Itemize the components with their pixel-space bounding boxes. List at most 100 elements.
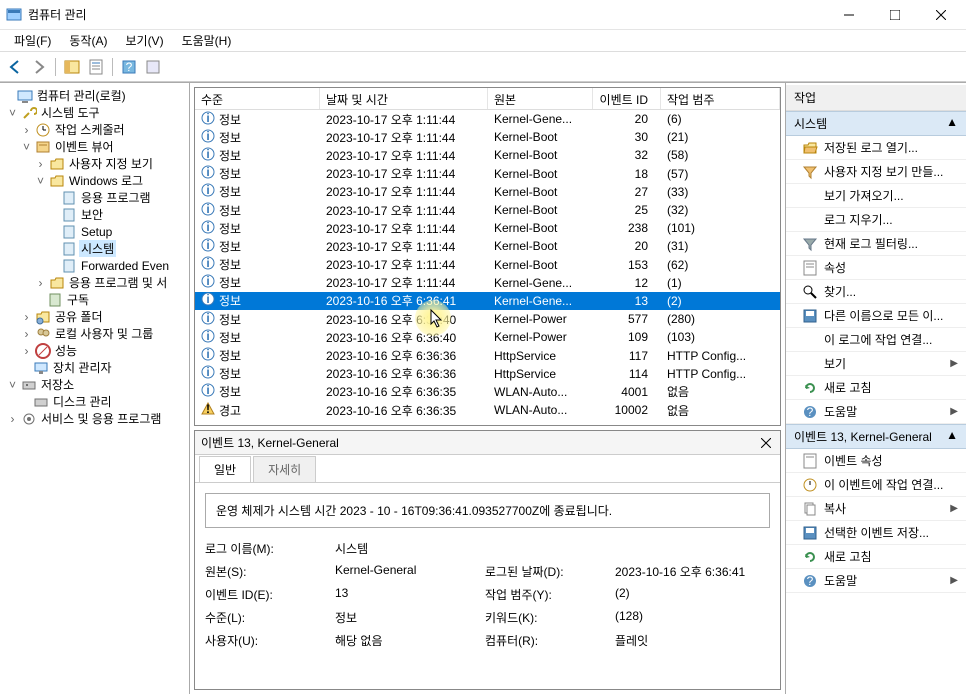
tree-shared-folders[interactable]: 공유 폴더	[53, 308, 105, 325]
action-event-help[interactable]: ?도움말▶	[786, 569, 966, 593]
cell-eventid: 10002	[593, 403, 661, 417]
tree-task-scheduler[interactable]: 작업 스케줄러	[53, 121, 127, 138]
table-row[interactable]: i정보2023-10-17 오후 1:11:44Kernel-Gene...20…	[195, 110, 780, 128]
col-source[interactable]: 원본	[488, 88, 593, 109]
minimize-button[interactable]	[826, 0, 872, 29]
tree-root[interactable]: 컴퓨터 관리(로컬)	[35, 87, 128, 104]
expand-icon[interactable]: ›	[20, 123, 33, 137]
table-row[interactable]: i정보2023-10-17 오후 1:11:44Kernel-Boot20(31…	[195, 237, 780, 255]
tree-security-log[interactable]: 보안	[79, 206, 105, 223]
col-datetime[interactable]: 날짜 및 시간	[320, 88, 488, 109]
forward-button[interactable]	[28, 56, 50, 78]
col-category[interactable]: 작업 범주	[661, 88, 780, 109]
expand-icon[interactable]: ›	[34, 276, 47, 290]
table-row[interactable]: i정보2023-10-16 오후 6:36:41Kernel-Gene...13…	[195, 292, 780, 310]
tree-subscriptions[interactable]: 구독	[65, 291, 91, 308]
expand-icon[interactable]: ›	[6, 412, 19, 426]
col-level[interactable]: 수준	[195, 88, 320, 109]
col-eventid[interactable]: 이벤트 ID	[593, 88, 661, 109]
action-event-attach-task[interactable]: 이 이벤트에 작업 연결...	[786, 473, 966, 497]
grid-body[interactable]: i정보2023-10-17 오후 1:11:44Kernel-Gene...20…	[195, 110, 780, 419]
tree-custom-views[interactable]: 사용자 지정 보기	[67, 155, 155, 172]
show-hide-tree-button[interactable]	[61, 56, 83, 78]
table-row[interactable]: i정보2023-10-16 오후 6:36:35WLAN-Auto...4001…	[195, 383, 780, 401]
table-row[interactable]: i정보2023-10-16 오후 6:36:40Kernel-Power109(…	[195, 328, 780, 346]
collapse-icon[interactable]: ▲	[946, 428, 958, 445]
tree-app-services-logs[interactable]: 응용 프로그램 및 서	[67, 274, 169, 291]
close-button[interactable]	[918, 0, 964, 29]
expand-icon[interactable]: ˅	[6, 106, 19, 120]
grid-header[interactable]: 수준 날짜 및 시간 원본 이벤트 ID 작업 범주	[195, 88, 780, 110]
action-import-view[interactable]: 보기 가져오기...	[786, 184, 966, 208]
tree-system-log[interactable]: 시스템	[79, 240, 116, 257]
action-help[interactable]: ?도움말▶	[786, 400, 966, 424]
table-row[interactable]: i정보2023-10-16 오후 6:36:40Kernel-Power577(…	[195, 310, 780, 328]
tree-event-viewer[interactable]: 이벤트 뷰어	[53, 138, 116, 155]
cell-source: Kernel-Gene...	[488, 112, 593, 126]
back-button[interactable]	[4, 56, 26, 78]
table-row[interactable]: i정보2023-10-16 오후 6:36:36HttpService114HT…	[195, 365, 780, 383]
action-find[interactable]: 찾기...	[786, 280, 966, 304]
table-row[interactable]: i정보2023-10-17 오후 1:11:44Kernel-Boot18(57…	[195, 165, 780, 183]
action-attach-task[interactable]: 이 로그에 작업 연결...	[786, 328, 966, 352]
info-icon: i	[201, 311, 215, 328]
refresh-button[interactable]	[142, 56, 164, 78]
navigation-tree[interactable]: 컴퓨터 관리(로컬) ˅ 시스템 도구 › 작업 스케줄러 ˅ 이벤트 뷰어 › 사용자…	[0, 83, 190, 694]
event-grid[interactable]: 수준 날짜 및 시간 원본 이벤트 ID 작업 범주 i정보2023-10-17…	[194, 87, 781, 426]
action-copy[interactable]: 복사▶	[786, 497, 966, 521]
table-row[interactable]: i정보2023-10-17 오후 1:11:44Kernel-Boot25(32…	[195, 201, 780, 219]
expand-icon[interactable]: ˅	[34, 174, 47, 188]
properties-button[interactable]	[85, 56, 107, 78]
tree-application-log[interactable]: 응용 프로그램	[79, 189, 153, 206]
detail-close-button[interactable]	[758, 435, 774, 451]
tree-local-users[interactable]: 로컬 사용자 및 그룹	[53, 325, 155, 342]
expand-icon[interactable]: ›	[20, 310, 33, 324]
action-view-submenu[interactable]: 보기▶	[786, 352, 966, 376]
action-save-all-as[interactable]: 다른 이름으로 모든 이...	[786, 304, 966, 328]
action-properties[interactable]: 속성	[786, 256, 966, 280]
action-save-selected[interactable]: 선택한 이벤트 저장...	[786, 521, 966, 545]
table-row[interactable]: i정보2023-10-17 오후 1:11:44Kernel-Boot153(6…	[195, 256, 780, 274]
tree-setup-log[interactable]: Setup	[79, 225, 114, 239]
tab-details[interactable]: 자세히	[253, 456, 316, 482]
tree-services[interactable]: 서비스 및 응용 프로그램	[39, 410, 163, 427]
menu-view[interactable]: 보기(V)	[117, 30, 171, 51]
tools-icon	[21, 105, 37, 121]
action-open-saved-log[interactable]: 저장된 로그 열기...	[786, 136, 966, 160]
action-event-properties[interactable]: 이벤트 속성	[786, 449, 966, 473]
expand-icon[interactable]: ˅	[6, 378, 19, 392]
menu-file[interactable]: 파일(F)	[6, 30, 59, 51]
table-row[interactable]: !경고2023-10-16 오후 6:36:35WLAN-Auto...1000…	[195, 401, 780, 419]
tab-general[interactable]: 일반	[199, 456, 251, 482]
table-row[interactable]: i정보2023-10-17 오후 1:11:44Kernel-Gene...12…	[195, 274, 780, 292]
tree-device-manager[interactable]: 장치 관리자	[51, 359, 114, 376]
table-row[interactable]: i정보2023-10-17 오후 1:11:44Kernel-Boot27(33…	[195, 183, 780, 201]
menu-help[interactable]: 도움말(H)	[174, 30, 240, 51]
expand-icon[interactable]: ›	[20, 344, 33, 358]
table-row[interactable]: i정보2023-10-17 오후 1:11:44Kernel-Boot238(1…	[195, 219, 780, 237]
table-row[interactable]: i정보2023-10-16 오후 6:36:36HttpService117HT…	[195, 346, 780, 364]
maximize-button[interactable]	[872, 0, 918, 29]
help-button[interactable]: ?	[118, 56, 140, 78]
action-clear-log[interactable]: 로그 지우기...	[786, 208, 966, 232]
save-icon	[802, 525, 818, 541]
tree-performance[interactable]: 성능	[53, 342, 79, 359]
expand-icon[interactable]: ›	[34, 157, 47, 171]
action-event-refresh[interactable]: 새로 고침	[786, 545, 966, 569]
tree-windows-logs[interactable]: Windows 로그	[67, 172, 145, 189]
tree-system-tools[interactable]: 시스템 도구	[39, 104, 102, 121]
action-filter-log[interactable]: 현재 로그 필터링...	[786, 232, 966, 256]
table-row[interactable]: i정보2023-10-17 오후 1:11:44Kernel-Boot32(58…	[195, 146, 780, 164]
action-refresh[interactable]: 새로 고침	[786, 376, 966, 400]
actions-section-event[interactable]: 이벤트 13, Kernel-General▲	[786, 424, 966, 449]
collapse-icon[interactable]: ▲	[946, 115, 958, 132]
table-row[interactable]: i정보2023-10-17 오후 1:11:44Kernel-Boot30(21…	[195, 128, 780, 146]
expand-icon[interactable]: ›	[20, 327, 33, 341]
tree-disk-management[interactable]: 디스크 관리	[51, 393, 114, 410]
expand-icon[interactable]: ˅	[20, 140, 33, 154]
actions-section-system[interactable]: 시스템▲	[786, 111, 966, 136]
tree-forwarded-events[interactable]: Forwarded Even	[79, 259, 171, 273]
action-create-custom-view[interactable]: 사용자 지정 보기 만들...	[786, 160, 966, 184]
menu-action[interactable]: 동작(A)	[61, 30, 115, 51]
tree-storage[interactable]: 저장소	[39, 376, 76, 393]
